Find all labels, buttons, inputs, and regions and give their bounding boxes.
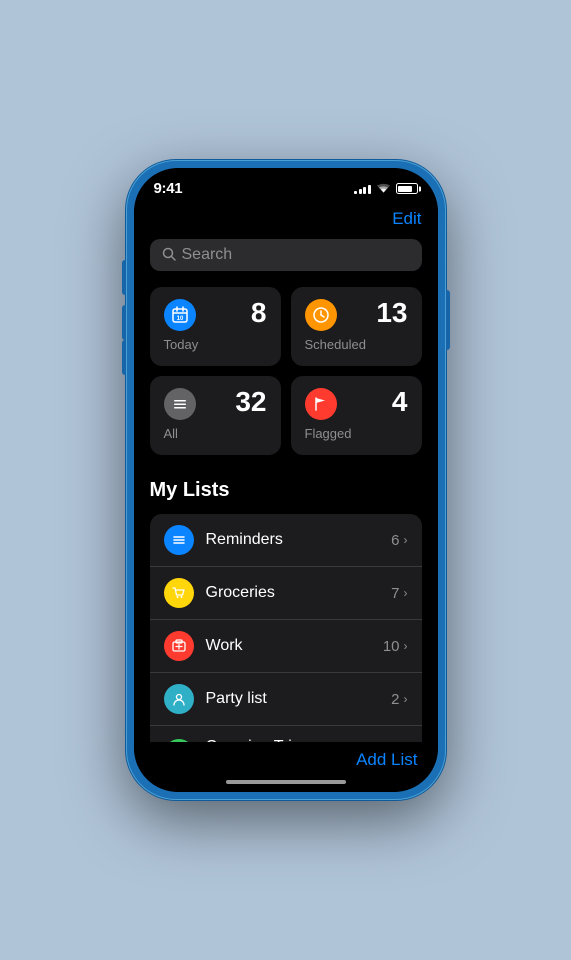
main-content: Edit Search	[134, 201, 438, 742]
list-item-reminders[interactable]: Reminders 6 ›	[150, 514, 422, 567]
today-count: 8	[251, 299, 267, 327]
bottom-bar: Add List	[134, 742, 438, 774]
today-label: Today	[164, 337, 267, 352]
groceries-info: Groceries	[206, 583, 392, 602]
work-icon	[164, 631, 194, 661]
groceries-meta: 7 ›	[391, 585, 407, 602]
my-lists-section: My Lists	[150, 479, 422, 742]
edit-button[interactable]: Edit	[392, 209, 421, 229]
work-name: Work	[206, 636, 383, 655]
reminders-count: 6	[391, 532, 399, 549]
all-label: All	[164, 426, 267, 441]
work-count: 10	[383, 638, 400, 655]
search-bar[interactable]: Search	[150, 239, 422, 271]
list-item-party[interactable]: Party list 2 ›	[150, 673, 422, 726]
add-list-button[interactable]: Add List	[356, 750, 417, 770]
header-row: Edit	[150, 209, 422, 229]
party-count: 2	[391, 691, 399, 708]
list-item-camping[interactable]: Camping Trip Shared with Mandy Dempsey 5…	[150, 726, 422, 742]
search-placeholder: Search	[182, 246, 233, 264]
groceries-chevron: ›	[404, 586, 408, 600]
summary-grid: 10 8 Today	[150, 287, 422, 455]
flagged-count: 4	[392, 388, 408, 416]
status-icons	[354, 183, 418, 194]
battery-icon	[396, 183, 418, 194]
party-name: Party list	[206, 689, 392, 708]
scheduled-card[interactable]: 13 Scheduled	[291, 287, 422, 366]
party-info: Party list	[206, 689, 392, 708]
today-icon: 10	[164, 299, 196, 331]
party-meta: 2 ›	[391, 691, 407, 708]
today-card[interactable]: 10 8 Today	[150, 287, 281, 366]
all-count: 32	[235, 388, 266, 416]
work-info: Work	[206, 636, 383, 655]
party-icon	[164, 684, 194, 714]
scheduled-icon	[305, 299, 337, 331]
groceries-icon	[164, 578, 194, 608]
reminders-icon	[164, 525, 194, 555]
scheduled-count: 13	[376, 299, 407, 327]
work-meta: 10 ›	[383, 638, 408, 655]
all-card[interactable]: 32 All	[150, 376, 281, 455]
signal-icon	[354, 183, 371, 194]
flagged-icon	[305, 388, 337, 420]
scheduled-label: Scheduled	[305, 337, 408, 352]
status-time: 9:41	[154, 180, 183, 197]
groceries-name: Groceries	[206, 583, 392, 602]
flagged-label: Flagged	[305, 426, 408, 441]
all-icon	[164, 388, 196, 420]
reminders-info: Reminders	[206, 530, 392, 549]
svg-text:10: 10	[176, 316, 183, 322]
flagged-card[interactable]: 4 Flagged	[291, 376, 422, 455]
reminders-name: Reminders	[206, 530, 392, 549]
work-chevron: ›	[404, 639, 408, 653]
notch	[226, 168, 346, 196]
groceries-count: 7	[391, 585, 399, 602]
wifi-icon	[376, 183, 391, 194]
search-icon	[162, 247, 176, 264]
reminders-chevron: ›	[404, 533, 408, 547]
list-item-work[interactable]: Work 10 ›	[150, 620, 422, 673]
reminders-meta: 6 ›	[391, 532, 407, 549]
lists-container: Reminders 6 ›	[150, 514, 422, 742]
home-indicator	[226, 780, 346, 784]
list-item-groceries[interactable]: Groceries 7 ›	[150, 567, 422, 620]
party-chevron: ›	[404, 692, 408, 706]
phone-frame: 9:41	[126, 160, 446, 800]
section-title: My Lists	[150, 479, 422, 502]
